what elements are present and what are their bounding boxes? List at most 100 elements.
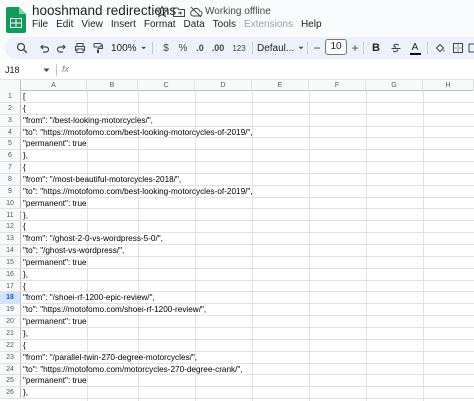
row-header[interactable]: 21 — [0, 328, 21, 339]
cell-a[interactable]: { — [23, 340, 26, 351]
row-header[interactable]: 22 — [0, 339, 21, 351]
row-header[interactable]: 1 — [0, 91, 21, 102]
increase-font-size-button[interactable]: + — [349, 39, 361, 57]
cell-a[interactable]: }, — [23, 150, 28, 161]
row-header[interactable]: 19 — [0, 304, 21, 316]
cell-a[interactable]: "to": "/ghost-vs-wordpress/", — [23, 245, 124, 256]
menu-data[interactable]: Data — [180, 19, 209, 30]
bold-button[interactable]: B — [369, 39, 383, 57]
cell-a[interactable]: "to": "https://motofomo.com/best-looking… — [23, 186, 253, 197]
offline-status[interactable]: Working offline — [205, 6, 271, 17]
row-header[interactable]: 5 — [0, 138, 21, 150]
paint-format-icon[interactable] — [90, 39, 106, 57]
row-header[interactable]: 15 — [0, 256, 21, 268]
row-header[interactable]: 26 — [0, 387, 21, 399]
row-header[interactable]: 18 — [0, 292, 21, 304]
zoom-select[interactable]: 100% — [111, 39, 147, 57]
move-folder-icon[interactable] — [172, 5, 186, 19]
cell-a[interactable]: "permanent": true — [23, 316, 87, 327]
menu-help[interactable]: Help — [297, 19, 326, 30]
menu-insert[interactable]: Insert — [107, 19, 140, 30]
search-menus-icon[interactable] — [14, 39, 30, 57]
cell-a[interactable]: "permanent": true — [23, 198, 87, 209]
font-size-input[interactable]: 10 — [325, 39, 347, 55]
chevron-down-icon[interactable] — [43, 68, 50, 73]
number-format-button[interactable]: 123 — [231, 39, 247, 57]
cell-a[interactable]: }, — [23, 210, 28, 221]
redo-icon[interactable] — [54, 39, 70, 57]
cell-a[interactable]: { — [23, 281, 26, 292]
row-header[interactable]: 3 — [0, 114, 21, 126]
menu-extensions[interactable]: Extensions — [240, 19, 297, 30]
menu-format[interactable]: Format — [140, 19, 180, 30]
cell-a[interactable]: "permanent": true — [23, 138, 87, 149]
column-header-e[interactable]: E — [252, 80, 309, 91]
cell-a[interactable]: [ — [23, 91, 25, 102]
cell-a[interactable]: "to": "https://motofomo.com/motorcycles-… — [23, 364, 243, 375]
increase-decimal-button[interactable]: .00 — [210, 39, 226, 57]
column-header-c[interactable]: C — [138, 80, 195, 91]
row-header[interactable]: 10 — [0, 197, 21, 209]
row-header[interactable]: 7 — [0, 162, 21, 173]
sheets-logo-icon[interactable] — [6, 7, 26, 33]
text-color-label: A — [411, 41, 419, 53]
menu-file[interactable]: File — [28, 19, 52, 30]
cell-a[interactable]: "to": "https://motofomo.com/best-looking… — [23, 127, 253, 138]
row-header[interactable]: 17 — [0, 280, 21, 292]
toolbar-divider — [427, 42, 428, 54]
cell-a[interactable]: { — [23, 162, 26, 173]
fill-color-icon[interactable] — [433, 39, 447, 57]
cloud-offline-icon[interactable] — [189, 5, 203, 19]
row-header[interactable]: 11 — [0, 209, 21, 221]
cell-a[interactable]: "permanent": true — [23, 375, 87, 386]
cell-a[interactable]: { — [23, 103, 26, 114]
text-color-button[interactable]: A — [408, 39, 422, 57]
cell-a[interactable]: "from": "/most-beautiful-motorcycles-201… — [23, 174, 181, 185]
cell-a[interactable]: }, — [23, 328, 28, 339]
row-header[interactable]: 4 — [0, 126, 21, 138]
borders-icon[interactable] — [451, 39, 465, 57]
menu-tools[interactable]: Tools — [209, 19, 240, 30]
percent-button[interactable]: % — [177, 39, 189, 57]
print-icon[interactable] — [72, 39, 88, 57]
select-all-corner[interactable] — [0, 80, 21, 91]
spreadsheet-grid[interactable]: A B C D E F G H 1[2{3 "from": "/best-look… — [0, 80, 474, 401]
cell-a[interactable]: "to": "https://motofomo.com/shoei-rf-120… — [23, 304, 206, 315]
decrease-decimal-button[interactable]: .0 — [193, 39, 207, 57]
column-header-h[interactable]: H — [423, 80, 474, 91]
row-header[interactable]: 20 — [0, 316, 21, 327]
merge-cells-icon[interactable] — [468, 39, 474, 57]
row-header[interactable]: 25 — [0, 375, 21, 387]
cell-a[interactable]: "permanent": true — [23, 257, 87, 268]
row-header[interactable]: 24 — [0, 363, 21, 375]
star-icon[interactable] — [155, 5, 169, 19]
column-header-d[interactable]: D — [195, 80, 252, 91]
decrease-font-size-button[interactable]: − — [311, 39, 323, 57]
row-header[interactable]: 12 — [0, 221, 21, 233]
cell-a[interactable]: { — [23, 221, 26, 232]
strikethrough-icon[interactable] — [389, 39, 403, 57]
currency-button[interactable]: $ — [160, 39, 172, 57]
row-header[interactable]: 8 — [0, 173, 21, 185]
row-header[interactable]: 2 — [0, 102, 21, 114]
cell-a[interactable]: }, — [23, 269, 28, 280]
cell-a[interactable]: "from": "/ghost-2-0-vs-wordpress-5-0/", — [23, 233, 163, 244]
row-header[interactable]: 16 — [0, 268, 21, 280]
column-header-g[interactable]: G — [366, 80, 423, 91]
row-header[interactable]: 13 — [0, 233, 21, 245]
cell-a[interactable]: "from": "/shoei-rf-1200-epic-review/", — [23, 292, 155, 303]
undo-icon[interactable] — [36, 39, 52, 57]
row-header[interactable]: 6 — [0, 150, 21, 162]
column-header-b[interactable]: B — [87, 80, 138, 91]
cell-a[interactable]: }, — [23, 387, 28, 398]
row-header[interactable]: 9 — [0, 185, 21, 197]
column-header-a[interactable]: A — [21, 80, 87, 91]
cell-a[interactable]: "from": "/best-looking-motorcycles/", — [23, 115, 153, 126]
column-header-f[interactable]: F — [309, 80, 366, 91]
row-header[interactable]: 14 — [0, 245, 21, 256]
menu-edit[interactable]: Edit — [52, 19, 77, 30]
font-family-select[interactable]: Defaul... — [257, 39, 307, 57]
row-header[interactable]: 23 — [0, 351, 21, 363]
cell-a[interactable]: "from": "/parallel-twin-270-degree-motor… — [23, 352, 197, 363]
menu-view[interactable]: View — [77, 19, 107, 30]
